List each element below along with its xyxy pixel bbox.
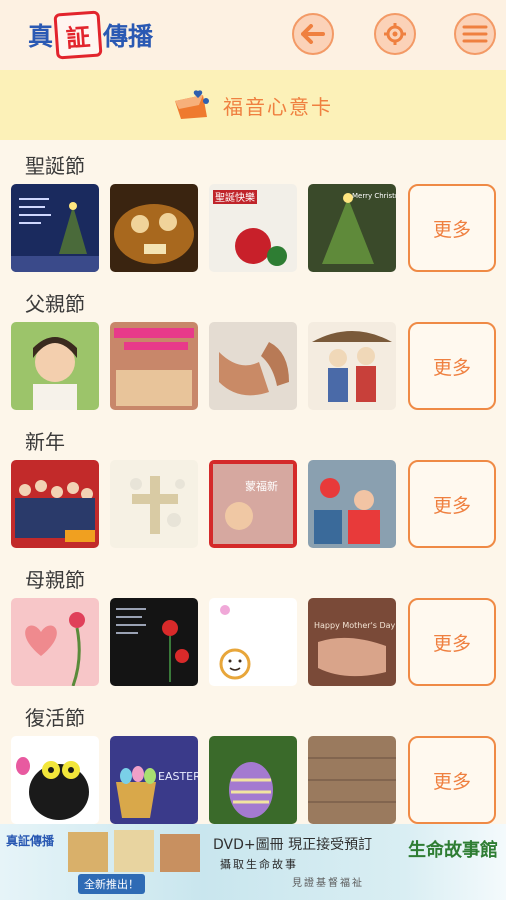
ad-headline: DVD+圖冊 現正接受預訂 — [213, 837, 373, 853]
card-thumbnail[interactable]: EASTER — [110, 736, 198, 824]
ad-subtitle-2: 見證基督福祉 — [292, 878, 364, 889]
section-title-easter: 復活節 — [25, 706, 85, 730]
back-button[interactable] — [292, 13, 334, 55]
section-title-christmas: 聖誕節 — [25, 154, 85, 178]
thumb-text: EASTER — [158, 770, 198, 783]
card-row-new-year: 蒙福新 更多 — [11, 460, 501, 550]
card-thumbnail[interactable]: Happy Mother's Day — [308, 598, 396, 686]
card-thumbnail[interactable] — [308, 322, 396, 410]
ad-banner[interactable]: 真証傳播 全新推出！ DVD+圖冊 現正接受預訂 攝取生命故事 見證基督福祉 生… — [0, 824, 506, 900]
card-thumbnail[interactable]: Merry Christmas — [308, 184, 396, 272]
ad-dvd-image — [68, 830, 200, 872]
card-thumbnail[interactable] — [110, 460, 198, 548]
settings-button[interactable] — [374, 13, 416, 55]
ad-subtitle-1: 攝取生命故事 — [220, 858, 298, 871]
card-thumbnail[interactable] — [110, 184, 198, 272]
card-row-easter: EASTER 更多 — [11, 736, 501, 826]
card-thumbnail[interactable] — [308, 736, 396, 824]
card-thumbnail[interactable] — [209, 322, 297, 410]
card-thumbnail[interactable] — [110, 322, 198, 410]
more-button[interactable]: 更多 — [408, 460, 496, 548]
card-row-mothers-day: Happy Mother's Day 更多 — [11, 598, 501, 688]
card-thumbnail[interactable] — [209, 736, 297, 824]
menu-button[interactable] — [454, 13, 496, 55]
more-button[interactable]: 更多 — [408, 598, 496, 686]
card-thumbnail[interactable]: 蒙福新 — [209, 460, 297, 548]
thumb-text: Happy Mother's Day — [314, 621, 396, 630]
hamburger-menu-icon — [462, 25, 488, 43]
more-button[interactable]: 更多 — [408, 736, 496, 824]
card-row-fathers-day: 更多 — [11, 322, 501, 412]
gift-card-icon — [175, 90, 209, 119]
card-thumbnail[interactable] — [11, 598, 99, 686]
ad-logo: 真証傳播 — [6, 834, 55, 848]
card-thumbnail[interactable]: 聖誕快樂 — [209, 184, 297, 272]
card-thumbnail[interactable] — [11, 736, 99, 824]
section-title-new-year: 新年 — [25, 430, 65, 454]
thumb-text: 蒙福新 — [245, 479, 278, 493]
card-thumbnail[interactable] — [11, 460, 99, 548]
logo-text-2: 傳播 — [103, 22, 154, 51]
banner-title: 福音心意卡 — [223, 94, 333, 119]
thumb-text: 聖誕快樂 — [215, 191, 255, 204]
section-title-fathers-day: 父親節 — [25, 292, 85, 316]
card-thumbnail[interactable] — [11, 184, 99, 272]
card-thumbnail[interactable] — [11, 322, 99, 410]
more-button[interactable]: 更多 — [408, 184, 496, 272]
card-thumbnail[interactable] — [110, 598, 198, 686]
logo-text-1: 真 — [28, 22, 54, 51]
more-button[interactable]: 更多 — [408, 322, 496, 410]
card-thumbnail[interactable] — [308, 460, 396, 548]
back-arrow-icon — [301, 24, 325, 44]
ad-hall-title: 生命故事館 — [408, 840, 498, 861]
gear-icon — [384, 23, 406, 45]
ad-launch-label: 全新推出！ — [78, 874, 145, 894]
logo-seal: 証 — [53, 10, 103, 60]
section-title-mothers-day: 母親節 — [25, 568, 85, 592]
thumb-text: Merry Christmas — [352, 192, 396, 200]
card-row-christmas: 聖誕快樂 Merry Christmas 更多 — [11, 184, 501, 274]
card-thumbnail[interactable] — [209, 598, 297, 686]
app-logo: 真 証 傳播 — [28, 10, 154, 60]
section-banner: 福音心意卡 — [0, 70, 506, 140]
top-bar: 真 証 傳播 — [0, 0, 506, 70]
